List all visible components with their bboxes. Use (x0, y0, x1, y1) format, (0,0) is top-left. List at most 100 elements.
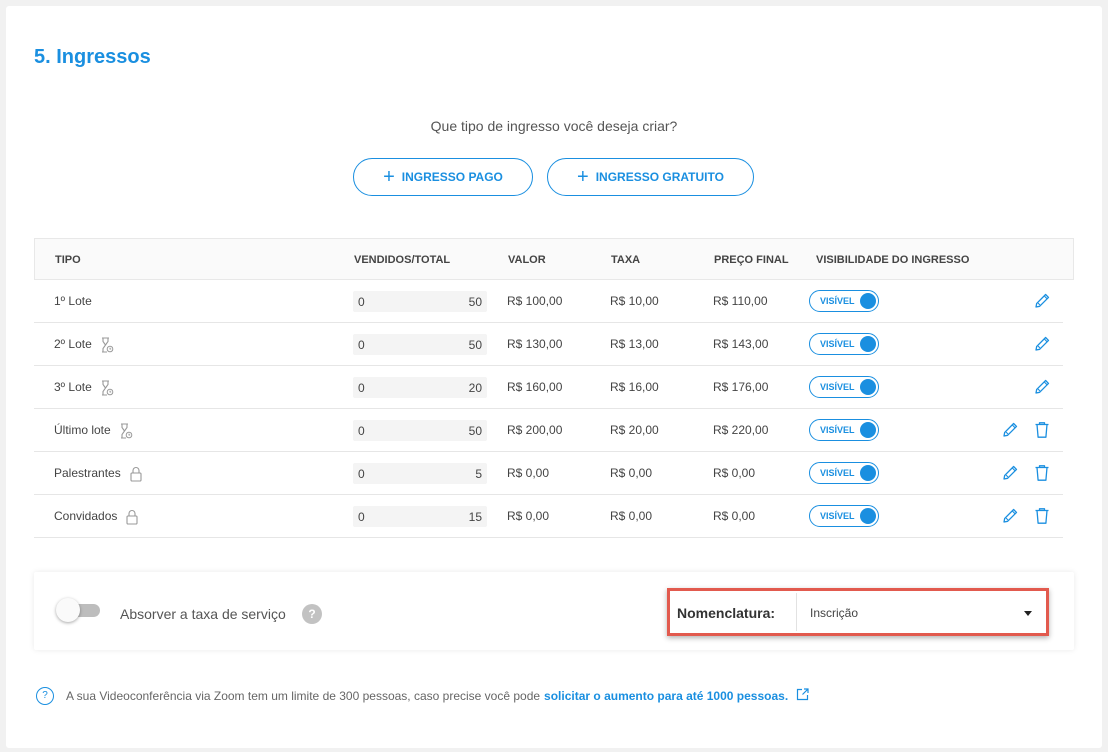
ticket-value: R$ 200,00 (507, 423, 563, 437)
add-paid-ticket-button[interactable]: + INGRESSO PAGO (353, 158, 533, 196)
sold-total-field: 0 50 (353, 334, 487, 355)
ticket-name: Palestrantes (54, 466, 121, 480)
ticket-name-cell: 3º Lote (54, 380, 114, 396)
ticket-name-cell: Palestrantes (54, 466, 143, 482)
edit-pencil-icon[interactable] (1000, 463, 1020, 483)
ticket-fee: R$ 10,00 (610, 294, 659, 308)
visibility-label: VISÍVEL (820, 468, 855, 478)
nomenclature-value: Inscrição (810, 606, 859, 620)
plus-icon: + (577, 166, 589, 188)
sold-count: 0 (358, 510, 365, 524)
add-free-ticket-label: INGRESSO GRATUITO (595, 170, 724, 184)
ticket-final-price: R$ 220,00 (713, 423, 769, 437)
header-valor: VALOR (508, 254, 546, 266)
edit-pencil-icon[interactable] (1032, 334, 1052, 354)
visibility-toggle[interactable]: VISÍVEL (809, 462, 879, 484)
toggle-knob (860, 465, 876, 481)
ticket-value: R$ 100,00 (507, 294, 563, 308)
edit-pencil-icon[interactable] (1032, 377, 1052, 397)
hourglass-icon (119, 423, 133, 439)
toggle-knob (860, 379, 876, 395)
header-visibilidade: VISIBILIDADE DO INGRESSO (816, 254, 970, 266)
question-circle-icon: ? (36, 687, 54, 705)
caret-down-icon (1024, 611, 1032, 616)
ticket-fee: R$ 16,00 (610, 380, 659, 394)
header-preco: PREÇO FINAL (714, 254, 789, 266)
visibility-toggle[interactable]: VISÍVEL (809, 505, 879, 527)
ticket-final-price: R$ 0,00 (713, 466, 756, 480)
ticket-fee: R$ 0,00 (610, 466, 653, 480)
total-count: 15 (468, 510, 482, 524)
visibility-toggle[interactable]: VISÍVEL (809, 419, 879, 441)
ticket-final-price: R$ 110,00 (713, 294, 768, 308)
ticket-type-question: Que tipo de ingresso você deseja criar? (430, 118, 678, 134)
ticket-fee: R$ 20,00 (610, 423, 659, 437)
sold-count: 0 (358, 467, 365, 481)
hourglass-icon (100, 337, 114, 353)
nomenclature-select[interactable]: Inscrição (796, 593, 1044, 631)
total-count: 50 (468, 295, 482, 309)
ticket-name-cell: Último lote (54, 423, 133, 439)
help-icon[interactable]: ? (302, 604, 322, 624)
table-row: Palestrantes 0 5 R$ 0,00 R$ 0,00 R$ 0,00 VISÍV… (34, 452, 1063, 495)
visibility-label: VISÍVEL (820, 511, 855, 521)
visibility-label: VISÍVEL (820, 296, 855, 306)
visibility-toggle[interactable]: VISÍVEL (809, 333, 879, 355)
edit-pencil-icon[interactable] (1032, 291, 1052, 311)
ticket-name-cell: Convidados (54, 509, 139, 525)
table-row: Convidados 0 15 R$ 0,00 R$ 0,00 R$ 0,00 VISÍVE… (34, 495, 1063, 538)
header-taxa: TAXA (611, 254, 641, 266)
edit-pencil-icon[interactable] (1000, 420, 1020, 440)
sold-total-field: 0 15 (353, 506, 487, 527)
header-vendidos: VENDIDOS/TOTAL (354, 254, 451, 266)
header-tipo: TIPO (55, 254, 81, 266)
hourglass-icon (100, 380, 114, 396)
total-count: 50 (468, 424, 482, 438)
delete-trash-icon[interactable] (1032, 463, 1052, 483)
toggle-knob (860, 293, 876, 309)
table-row: Último lote 0 50 R$ 200,00 R$ 20,00 R$ 220,00… (34, 409, 1063, 452)
toggle-knob (860, 508, 876, 524)
visibility-toggle[interactable]: VISÍVEL (809, 290, 879, 312)
visibility-label: VISÍVEL (820, 382, 855, 392)
ticket-final-price: R$ 143,00 (713, 337, 769, 351)
sold-total-field: 0 50 (353, 420, 487, 441)
tickets-table: TIPO VENDIDOS/TOTAL VALOR TAXA PREÇO FIN… (34, 238, 1074, 538)
plus-icon: + (383, 166, 395, 188)
total-count: 50 (468, 338, 482, 352)
ticket-name-cell: 1º Lote (54, 294, 92, 308)
add-paid-ticket-label: INGRESSO PAGO (401, 170, 503, 184)
table-body: 1º Lote 0 50 R$ 100,00 R$ 10,00 R$ 110,00 VISÍ… (34, 280, 1074, 538)
request-increase-link[interactable]: solicitar o aumento para até 1000 pessoa… (544, 689, 788, 703)
ticket-name: Último lote (54, 423, 111, 437)
sold-total-field: 0 20 (353, 377, 487, 398)
ticket-value: R$ 0,00 (507, 466, 550, 480)
ticket-fee: R$ 13,00 (610, 337, 659, 351)
add-free-ticket-button[interactable]: + INGRESSO GRATUITO (547, 158, 754, 196)
zoom-limit-notice: ? A sua Videoconferência via Zoom tem um… (36, 687, 809, 705)
delete-trash-icon[interactable] (1032, 420, 1052, 440)
ticket-settings-panel: Absorver a taxa de serviço ? Nomenclatur… (34, 572, 1074, 650)
visibility-toggle[interactable]: VISÍVEL (809, 376, 879, 398)
external-link-icon[interactable] (796, 688, 809, 704)
table-row: 3º Lote 0 20 R$ 160,00 R$ 16,00 R$ 176,00 VISÍ… (34, 366, 1063, 409)
total-count: 20 (468, 381, 482, 395)
ticket-name-cell: 2º Lote (54, 337, 114, 353)
ticket-name: 1º Lote (54, 294, 92, 308)
ticket-value: R$ 0,00 (507, 509, 550, 523)
sold-total-field: 0 50 (353, 291, 487, 312)
absorb-fee-switch[interactable] (56, 598, 102, 622)
visibility-label: VISÍVEL (820, 339, 855, 349)
section-title: 5. Ingressos (34, 46, 151, 68)
absorb-fee-label: Absorver a taxa de serviço (120, 606, 286, 622)
ticket-name: 3º Lote (54, 380, 92, 394)
visibility-label: VISÍVEL (820, 425, 855, 435)
sold-total-field: 05 (353, 463, 487, 484)
table-row: 1º Lote 0 50 R$ 100,00 R$ 10,00 R$ 110,00 VISÍ… (34, 280, 1063, 323)
table-row: 2º Lote 0 50 R$ 130,00 R$ 13,00 R$ 143,00 VISÍ… (34, 323, 1063, 366)
delete-trash-icon[interactable] (1032, 506, 1052, 526)
tickets-card: 5. Ingressos Que tipo de ingresso você d… (6, 6, 1102, 748)
edit-pencil-icon[interactable] (1000, 506, 1020, 526)
lock-icon (125, 509, 139, 525)
ticket-final-price: R$ 0,00 (713, 509, 756, 523)
